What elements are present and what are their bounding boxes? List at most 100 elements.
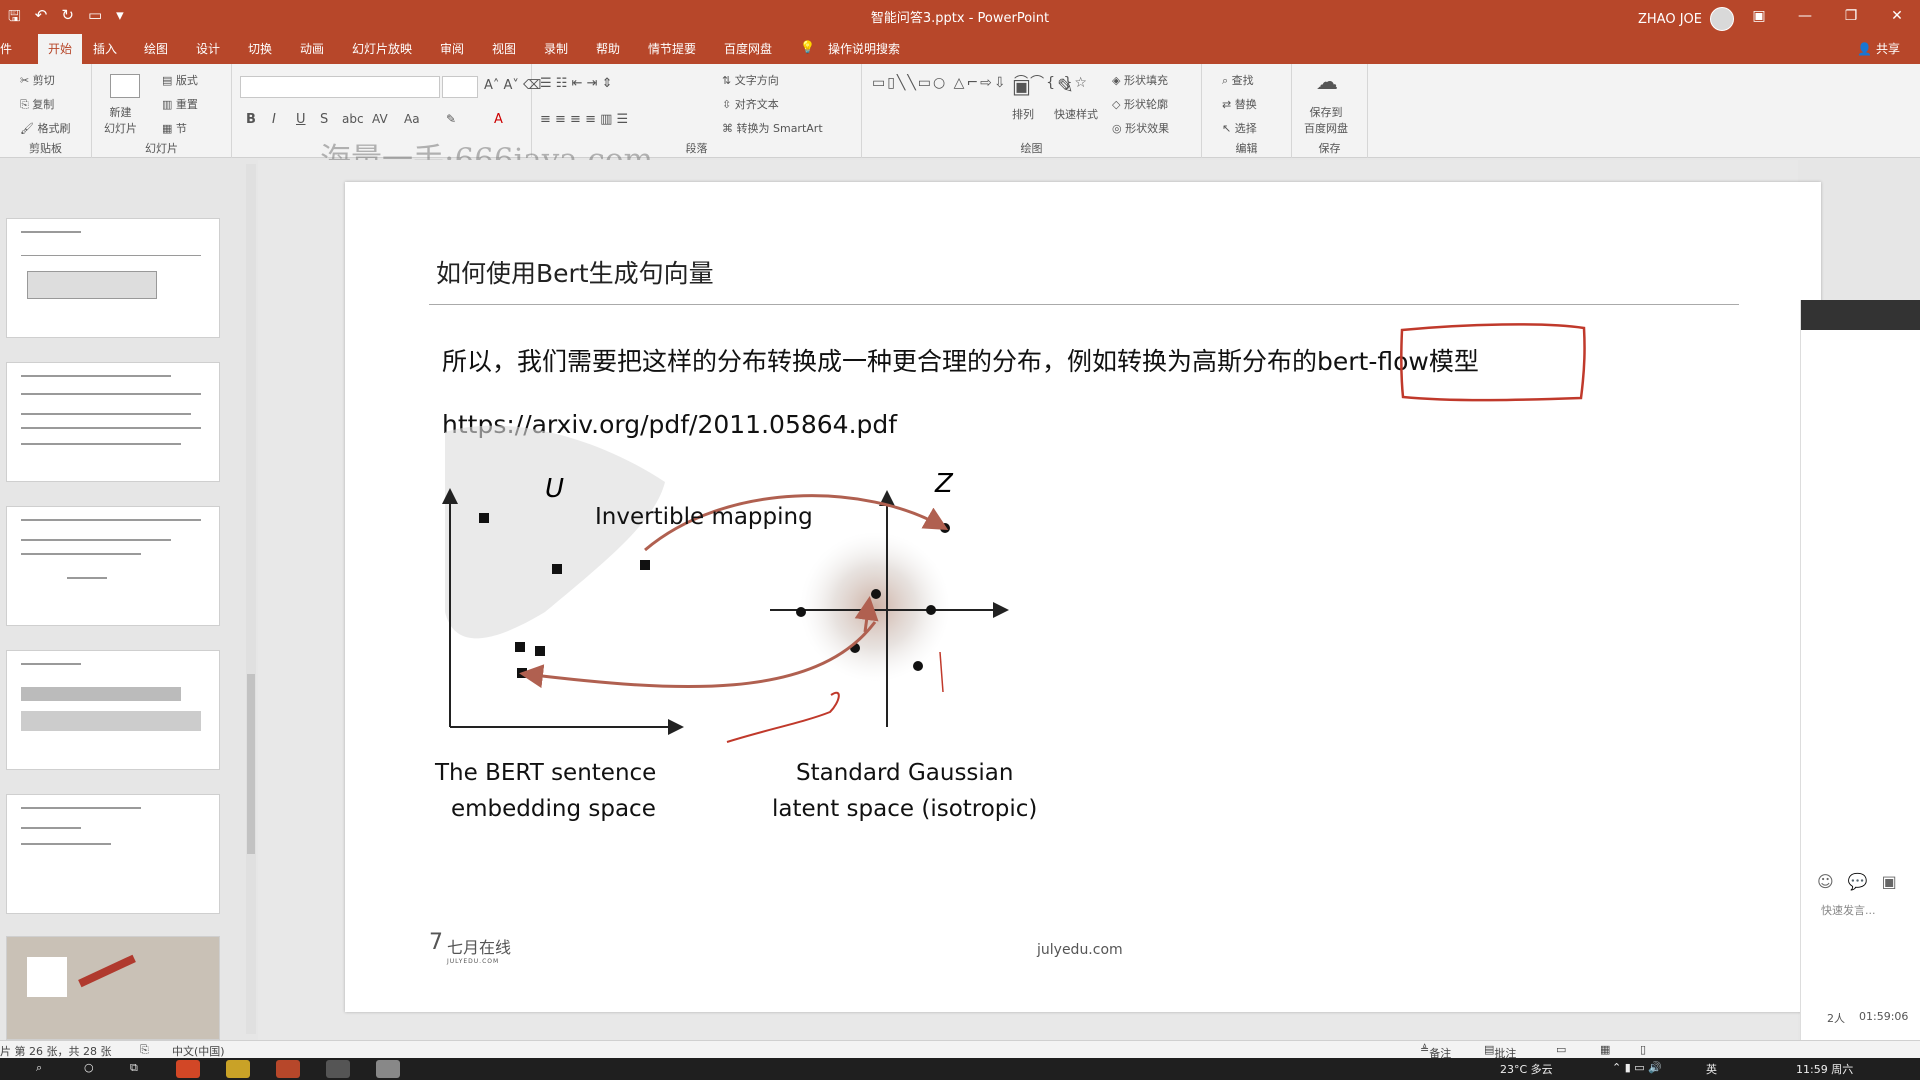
input-language[interactable]: 英 [1706, 1061, 1717, 1077]
tray-icons[interactable]: ⌃ ▮ ▭ 🔊 [1612, 1061, 1662, 1074]
select-button[interactable]: ↖ 选择 [1222, 120, 1257, 136]
slide-thumbnail[interactable] [6, 506, 220, 626]
tab-help[interactable]: 帮助 [596, 40, 620, 57]
minimize-icon[interactable]: — [1782, 0, 1828, 32]
search-icon[interactable]: ⌕ [36, 1061, 42, 1075]
tab-draw[interactable]: 绘图 [144, 40, 168, 57]
left-caption-line2: embedding space [451, 796, 656, 822]
shadow-icon[interactable]: S [320, 112, 328, 127]
slide-thumbnail-selected[interactable] [6, 936, 220, 1040]
quick-styles-button[interactable]: 快速样式 [1054, 106, 1098, 122]
close-icon[interactable]: ✕ [1874, 0, 1920, 32]
slide-thumbnail[interactable] [6, 218, 220, 338]
copy-button[interactable]: ⎘ 复制 [20, 96, 54, 112]
tab-record[interactable]: 录制 [544, 40, 568, 57]
smartart-button[interactable]: ⌘ 转换为 SmartArt [722, 120, 823, 136]
find-button[interactable]: ⌕ 查找 [1222, 72, 1254, 88]
user-account[interactable]: ZHAO JOE [1638, 7, 1734, 31]
new-slide-icon[interactable] [110, 74, 140, 98]
highlight-icon[interactable]: ✎ [446, 112, 456, 126]
new-slide-button[interactable]: 新建 幻灯片 [104, 104, 137, 136]
reading-view-icon[interactable]: ▯ [1640, 1043, 1646, 1056]
ribbon-display-icon[interactable]: ▣ [1736, 0, 1782, 32]
bullets-icon[interactable]: ☰ ☷ ⇤ ⇥ ⇕ [540, 76, 613, 91]
strikethrough-icon[interactable]: abc [342, 112, 364, 126]
section-button[interactable]: ▦ 节 [162, 120, 187, 136]
tab-view[interactable]: 视图 [492, 40, 516, 57]
font-size-box[interactable] [442, 76, 478, 98]
replace-button[interactable]: ⇄ 替换 [1222, 96, 1257, 112]
baidu-cloud-icon[interactable]: ☁ [1316, 70, 1338, 95]
font-color-icon[interactable]: A [494, 112, 503, 127]
app-icon[interactable] [176, 1060, 200, 1078]
arrange-button[interactable]: 排列 [1012, 106, 1034, 122]
shape-effects-button[interactable]: ◎ 形状效果 [1112, 120, 1169, 136]
drawing-label: 绘图 [1020, 142, 1043, 155]
align-icons[interactable]: ≡ ≡ ≡ ≡ ▥ ☰ [540, 112, 628, 127]
thumbnails-scrollbar[interactable] [246, 164, 256, 1034]
tab-transitions[interactable]: 切换 [248, 40, 272, 57]
reset-button[interactable]: ▥ 重置 [162, 96, 198, 112]
slide-thumbnail[interactable] [6, 650, 220, 770]
save-to-baidu-button[interactable]: 保存到 百度网盘 [1304, 104, 1348, 136]
spacing-icon[interactable]: AV [372, 112, 388, 126]
cut-button[interactable]: ✂ 剪切 [20, 72, 55, 88]
cortana-icon[interactable]: ○ [84, 1061, 94, 1074]
tab-slideshow[interactable]: 幻灯片放映 [352, 40, 412, 57]
system-clock[interactable]: 11:59 周六 [1796, 1061, 1853, 1077]
emoji-icon[interactable]: ☺ [1817, 872, 1834, 891]
bold-icon[interactable]: B [246, 112, 256, 127]
normal-view-icon[interactable]: ▭ [1556, 1043, 1566, 1056]
slide-thumbnail[interactable] [6, 362, 220, 482]
change-case-icon[interactable]: Aa [404, 112, 420, 126]
editing-label: 编辑 [1235, 142, 1258, 155]
scrollbar-thumb[interactable] [247, 674, 255, 854]
powerpoint-icon[interactable] [276, 1060, 300, 1078]
spellcheck-icon[interactable]: ⎘ [140, 1043, 149, 1057]
tab-insert[interactable]: 插入 [93, 40, 117, 57]
restore-icon[interactable]: ❐ [1828, 0, 1874, 32]
tab-animations[interactable]: 动画 [300, 40, 324, 57]
tab-design[interactable]: 设计 [196, 40, 220, 57]
text-direction-button[interactable]: ⇅ 文字方向 [722, 72, 779, 88]
notes-button[interactable]: ≜ 备注 [1420, 1043, 1451, 1060]
tab-storyboard[interactable]: 情节提要 [648, 40, 696, 57]
arrange-icon[interactable]: ▣ [1012, 74, 1031, 98]
layout-button[interactable]: ▤ 版式 [162, 72, 198, 88]
avatar[interactable] [1710, 7, 1734, 31]
format-painter-button[interactable]: 🖌 格式刷 [20, 120, 70, 136]
video-strip [1801, 300, 1920, 330]
task-view-icon[interactable]: ⧉ [130, 1061, 138, 1075]
font-name-box[interactable] [240, 76, 440, 98]
align-text-button[interactable]: ⇳ 对齐文本 [722, 96, 779, 112]
sorter-view-icon[interactable]: ▦ [1600, 1043, 1610, 1056]
chat-input[interactable]: 快速发言... [1821, 902, 1876, 918]
quick-styles-icon[interactable]: ✎ [1057, 74, 1074, 98]
underline-icon[interactable]: U [296, 112, 306, 127]
share-button[interactable]: 👤 共享 [1857, 40, 1900, 57]
shape-fill-button[interactable]: ◈ 形状填充 [1112, 72, 1168, 88]
drawing-group: ▭▯╲╲▭○ △⌐⇨⇩ ⌒⌒{ }☆ ▣ 排列 ✎ 快速样式 ◈ 形状填充 ◇ … [862, 64, 1202, 158]
tab-file[interactable]: 件 [0, 40, 12, 57]
italic-icon[interactable]: I [272, 112, 276, 127]
tab-review[interactable]: 审阅 [440, 40, 464, 57]
comments-button[interactable]: ▤ 批注 [1484, 1043, 1516, 1060]
tab-home[interactable]: 开始 [38, 34, 83, 64]
image-icon[interactable]: ▣ [1882, 872, 1897, 891]
app-icon[interactable] [376, 1060, 400, 1078]
cut-label: 剪切 [32, 74, 55, 87]
comment-icon[interactable]: 💬 [1848, 872, 1868, 891]
clipboard-group: ✂ 剪切 ⎘ 复制 🖌 格式刷 剪贴板 [0, 64, 92, 158]
pycharm-icon[interactable] [326, 1060, 350, 1078]
slide-thumbnail[interactable] [6, 794, 220, 914]
folder-icon[interactable] [226, 1060, 250, 1078]
user-name: ZHAO JOE [1638, 11, 1702, 27]
language-indicator[interactable]: 中文(中国) [172, 1043, 225, 1059]
shape-outline-button[interactable]: ◇ 形状轮廓 [1112, 96, 1168, 112]
save-group: ☁ 保存到 百度网盘 保存 [1292, 64, 1368, 158]
weather-widget[interactable]: 23°C 多云 [1500, 1061, 1553, 1077]
status-bar: 片 第 26 张，共 28 张 ⎘ 中文(中国) ≜ 备注 ▤ 批注 ▭ ▦ ▯ [0, 1040, 1920, 1060]
tab-baidu[interactable]: 百度网盘 [724, 40, 772, 57]
current-slide[interactable]: 如何使用Bert生成句向量 所以，我们需要把这样的分布转换成一种更合理的分布，例… [345, 182, 1821, 1012]
tell-me-search[interactable]: 操作说明搜索 [828, 40, 900, 57]
